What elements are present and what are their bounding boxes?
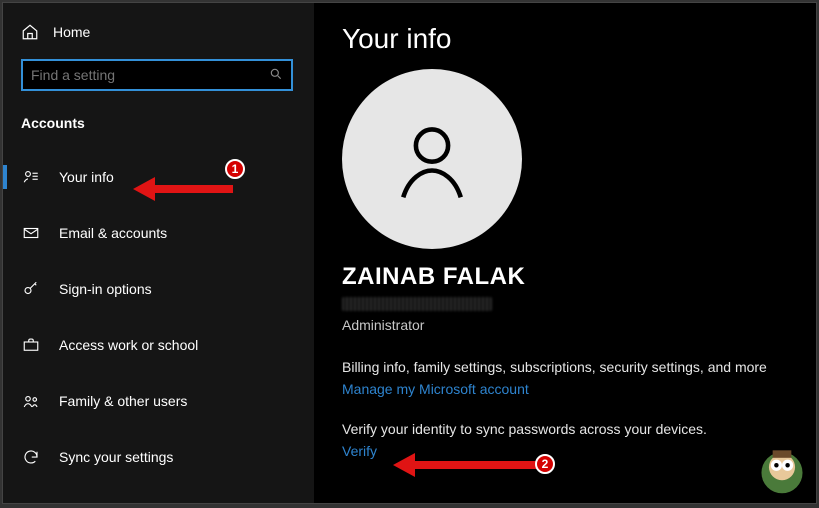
avatar — [342, 69, 522, 249]
search-icon — [269, 67, 283, 84]
main-content: Your info ZAINAB FALAK Administrator Bil… — [314, 3, 816, 503]
verify-description: Verify your identity to sync passwords a… — [342, 421, 816, 437]
home-label: Home — [53, 24, 90, 40]
key-icon — [21, 279, 41, 299]
sidebar-item-label: Access work or school — [59, 337, 198, 353]
search-field[interactable] — [31, 67, 261, 83]
mail-icon — [21, 223, 41, 243]
search-input[interactable] — [21, 59, 293, 91]
sidebar-item-signin-options[interactable]: Sign-in options — [3, 267, 314, 311]
person-card-icon — [21, 167, 41, 187]
settings-sidebar: Home Accounts Your info Em — [3, 3, 314, 503]
user-role: Administrator — [342, 317, 816, 333]
user-name: ZAINAB FALAK — [342, 263, 816, 291]
page-title: Your info — [342, 23, 816, 55]
sidebar-item-sync[interactable]: Sync your settings — [3, 435, 314, 479]
sidebar-item-label: Family & other users — [59, 393, 187, 409]
people-icon — [21, 391, 41, 411]
briefcase-icon — [21, 335, 41, 355]
sidebar-item-label: Email & accounts — [59, 225, 167, 241]
verify-link[interactable]: Verify — [342, 443, 816, 459]
home-icon — [21, 23, 39, 41]
sidebar-item-label: Sign-in options — [59, 281, 152, 297]
user-email-redacted — [342, 297, 492, 311]
person-icon — [386, 113, 478, 205]
sidebar-item-email-accounts[interactable]: Email & accounts — [3, 211, 314, 255]
sidebar-item-access-work[interactable]: Access work or school — [3, 323, 314, 367]
billing-description: Billing info, family settings, subscript… — [342, 359, 816, 375]
sidebar-item-family[interactable]: Family & other users — [3, 379, 314, 423]
section-title: Accounts — [3, 97, 314, 141]
sidebar-item-label: Your info — [59, 169, 114, 185]
home-button[interactable]: Home — [3, 15, 314, 49]
mascot-image — [754, 441, 810, 497]
sync-icon — [21, 447, 41, 467]
sidebar-item-label: Sync your settings — [59, 449, 173, 465]
sidebar-item-your-info[interactable]: Your info — [3, 155, 314, 199]
manage-account-link[interactable]: Manage my Microsoft account — [342, 381, 816, 397]
